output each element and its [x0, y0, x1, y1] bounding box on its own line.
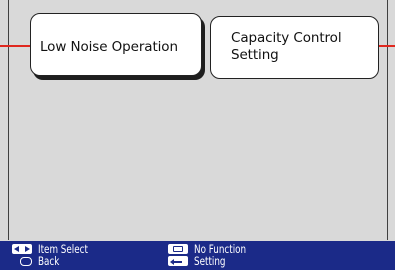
button-guide-bar: Item Select Back No Function Setting [0, 241, 395, 270]
enter-button-icon [168, 256, 188, 266]
capacity-control-setting-label: Capacity Control Setting [231, 30, 342, 63]
connector-line-left [0, 45, 32, 47]
left-right-arrows-icon [12, 244, 32, 254]
hint-setting-label: Setting [194, 254, 226, 268]
hint-back: Back [12, 255, 63, 267]
low-noise-operation-tile[interactable]: Low Noise Operation [30, 13, 202, 76]
back-button-icon [20, 256, 32, 266]
remote-controller-screen: Low Noise Operation Capacity Control Set… [0, 0, 395, 270]
low-noise-operation-label: Low Noise Operation [40, 39, 178, 55]
hint-back-label: Back [38, 254, 60, 268]
capacity-control-setting-tile[interactable]: Capacity Control Setting [210, 16, 379, 79]
hint-setting: Setting [168, 255, 231, 267]
menu-button-icon [168, 244, 188, 254]
